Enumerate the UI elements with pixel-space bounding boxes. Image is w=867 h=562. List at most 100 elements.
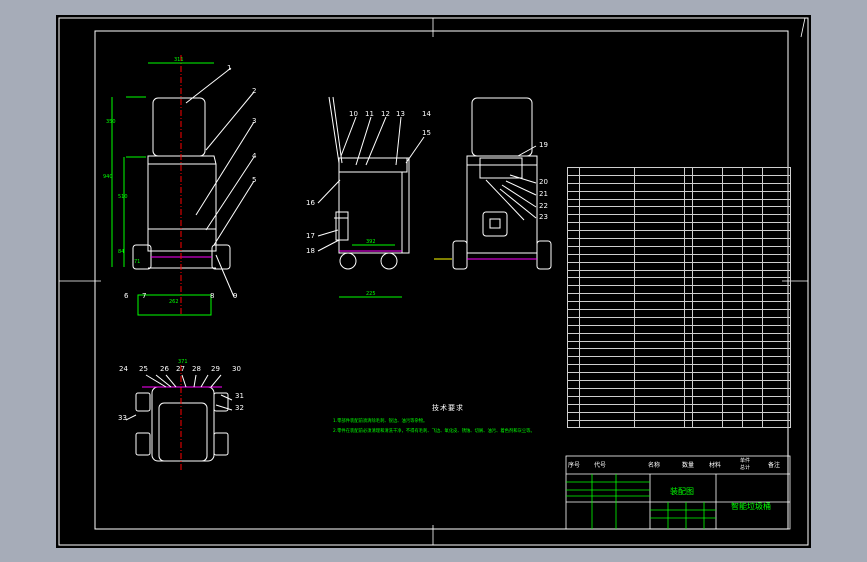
bom-cell	[692, 372, 723, 382]
dim-base: 262	[169, 299, 179, 305]
bom-cell	[762, 364, 791, 374]
bom-cell	[722, 324, 743, 334]
bom-cell	[762, 190, 791, 200]
bom-cell	[692, 190, 723, 200]
balloon-12: 12	[381, 110, 390, 118]
bom-cell	[722, 395, 743, 405]
balloon-31: 31	[235, 392, 244, 400]
bom-row	[567, 238, 791, 247]
bom-cell	[692, 316, 723, 326]
bom-cell	[567, 285, 580, 295]
bom-row	[567, 309, 791, 318]
front-base	[137, 294, 212, 316]
bom-cell	[762, 222, 791, 232]
bom-cell	[579, 316, 635, 326]
bom-cell	[722, 198, 743, 208]
bom-cell	[742, 380, 763, 389]
bom-cell	[762, 403, 791, 413]
bom-cell	[684, 395, 693, 405]
bom-cell	[579, 411, 635, 421]
bom-cell	[634, 316, 685, 326]
bom-cell	[567, 356, 580, 366]
balloon-7: 7	[142, 292, 147, 300]
bom-cell	[692, 348, 723, 358]
bom-cell	[567, 403, 580, 413]
bom-cell	[579, 230, 635, 240]
balloon-3: 3	[252, 117, 257, 125]
balloon-8: 8	[210, 292, 215, 300]
bom-row	[567, 190, 791, 200]
bom-cell	[684, 301, 693, 311]
bom-cell	[634, 364, 685, 374]
bom-cell	[692, 332, 723, 342]
bom-cell	[634, 348, 685, 358]
bom-cell	[762, 182, 791, 192]
balloon-5: 5	[252, 176, 257, 184]
bom-cell	[692, 340, 723, 350]
bom-cell	[634, 214, 685, 224]
bom-cell	[567, 253, 580, 263]
bom-cell	[634, 253, 685, 263]
bom-row	[567, 387, 791, 397]
bom-cell	[634, 261, 685, 271]
bom-cell	[722, 253, 743, 263]
balloon-14: 14	[422, 110, 431, 118]
bom-cell	[742, 324, 763, 334]
bom-row	[567, 245, 791, 255]
bom-cell	[742, 316, 763, 326]
tech-heading: 技术要求	[432, 404, 464, 412]
bom-cell	[684, 324, 693, 334]
bom-cell	[684, 269, 693, 279]
balloon-18: 18	[306, 247, 315, 255]
bom-cell	[634, 356, 685, 366]
bom-cell	[634, 198, 685, 208]
bom-cell	[567, 324, 580, 334]
bom-cell	[692, 261, 723, 271]
bom-cell	[579, 269, 635, 279]
bom-header-material: 材料	[709, 462, 722, 469]
bom-cell	[684, 253, 693, 263]
bom-cell	[579, 403, 635, 413]
bom-cell	[742, 167, 763, 176]
bom-cell	[567, 364, 580, 374]
bom-cell	[692, 293, 723, 303]
bom-cell	[742, 261, 763, 271]
bom-cell	[742, 230, 763, 240]
bom-cell	[684, 182, 693, 192]
bom-cell	[692, 356, 723, 366]
bom-cell	[742, 340, 763, 350]
bom-cell	[762, 174, 791, 184]
bom-cell	[742, 419, 763, 429]
bom-header-unit: 单件	[740, 458, 751, 464]
balloon-6: 6	[124, 292, 129, 300]
bom-cell	[692, 395, 723, 405]
bom-cell	[742, 238, 763, 247]
bom-cell	[742, 372, 763, 382]
bom-cell	[684, 214, 693, 224]
bom-cell	[762, 277, 791, 287]
bom-cell	[567, 348, 580, 358]
bom-cell	[692, 364, 723, 374]
bom-row	[567, 301, 791, 311]
bom-cell	[579, 364, 635, 374]
bom-header-code: 代号	[594, 462, 607, 469]
bom-cell	[634, 411, 685, 421]
bom-cell	[762, 380, 791, 389]
bom-cell	[579, 324, 635, 334]
balloon-29: 29	[211, 365, 220, 373]
bom-cell	[692, 253, 723, 263]
bom-cell	[684, 380, 693, 389]
bom-cell	[722, 332, 743, 342]
side-motor	[335, 211, 349, 241]
rear-lid	[471, 97, 533, 157]
bom-cell	[742, 356, 763, 366]
bom-cell	[634, 380, 685, 389]
bom-cell	[579, 419, 635, 429]
bom-cell	[567, 261, 580, 271]
bom-row	[567, 214, 791, 224]
bom-header-total: 总计	[740, 465, 751, 471]
bom-cell	[684, 411, 693, 421]
balloon-15: 15	[422, 129, 431, 137]
bom-cell	[762, 387, 791, 397]
bom-cell	[634, 285, 685, 295]
